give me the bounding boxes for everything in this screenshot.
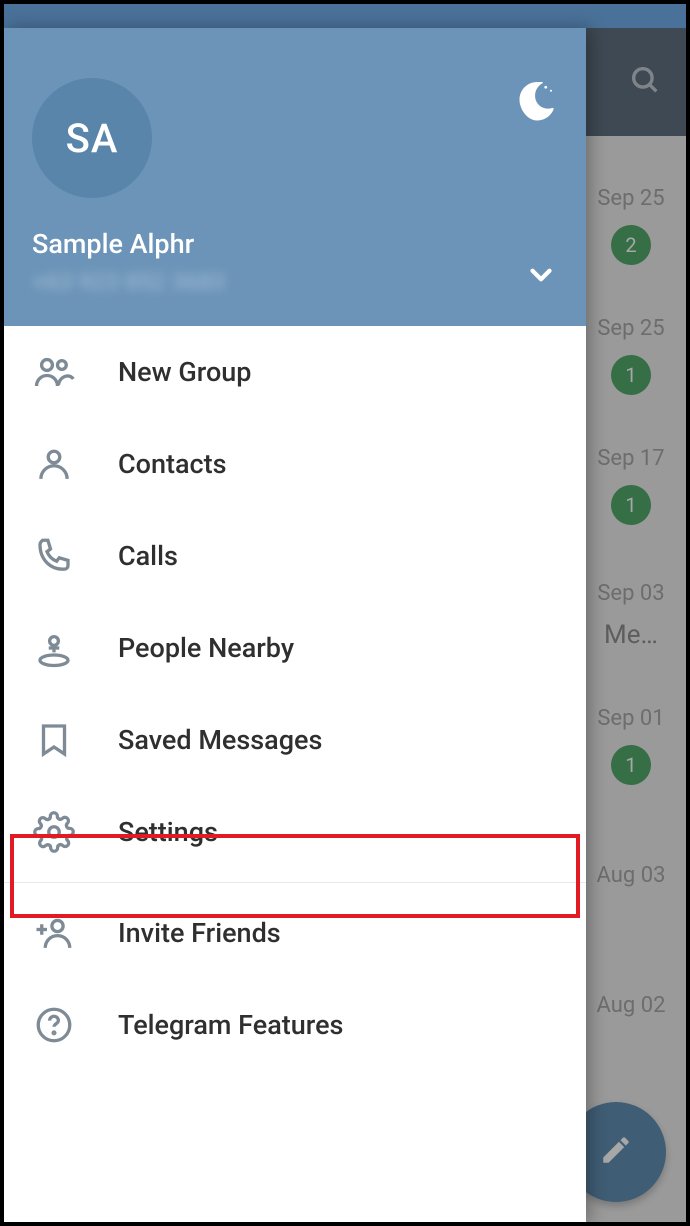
menu-label: Calls (118, 540, 178, 572)
night-mode-toggle[interactable] (516, 82, 558, 128)
menu-item-people-nearby[interactable]: People Nearby (4, 602, 586, 694)
menu-label: People Nearby (118, 632, 294, 664)
people-nearby-icon (32, 626, 76, 670)
avatar-initials: SA (66, 115, 119, 162)
profile-phone: +63 923 852 3683 (32, 268, 558, 296)
menu-item-telegram-features[interactable]: Telegram Features (4, 979, 586, 1071)
menu-label: New Group (118, 356, 251, 388)
profile-name[interactable]: Sample Alphr (32, 228, 558, 260)
menu-item-calls[interactable]: Calls (4, 510, 586, 602)
person-icon (32, 442, 76, 486)
menu-item-new-group[interactable]: New Group (4, 326, 586, 418)
menu-item-saved-messages[interactable]: Saved Messages (4, 694, 586, 786)
menu-label: Settings (118, 816, 218, 848)
add-person-icon (32, 911, 76, 955)
menu-label: Contacts (118, 448, 227, 480)
menu-list: New Group Contacts Calls People Nearby S… (4, 326, 586, 1222)
phone-icon (32, 534, 76, 578)
status-bar (4, 4, 686, 28)
avatar[interactable]: SA (32, 78, 152, 198)
menu-label: Invite Friends (118, 917, 281, 949)
bookmark-icon (32, 718, 76, 762)
menu-item-invite-friends[interactable]: Invite Friends (4, 887, 586, 979)
group-icon (32, 350, 76, 394)
menu-item-contacts[interactable]: Contacts (4, 418, 586, 510)
help-icon (32, 1003, 76, 1047)
divider (4, 882, 586, 883)
expand-accounts-toggle[interactable] (524, 258, 558, 296)
menu-label: Telegram Features (118, 1009, 343, 1041)
menu-item-settings[interactable]: Settings (4, 786, 586, 878)
menu-label: Saved Messages (118, 724, 322, 756)
gear-icon (32, 810, 76, 854)
drawer-header: SA Sample Alphr +63 923 852 3683 (4, 28, 586, 326)
navigation-drawer: SA Sample Alphr +63 923 852 3683 New Gro… (4, 28, 586, 1222)
